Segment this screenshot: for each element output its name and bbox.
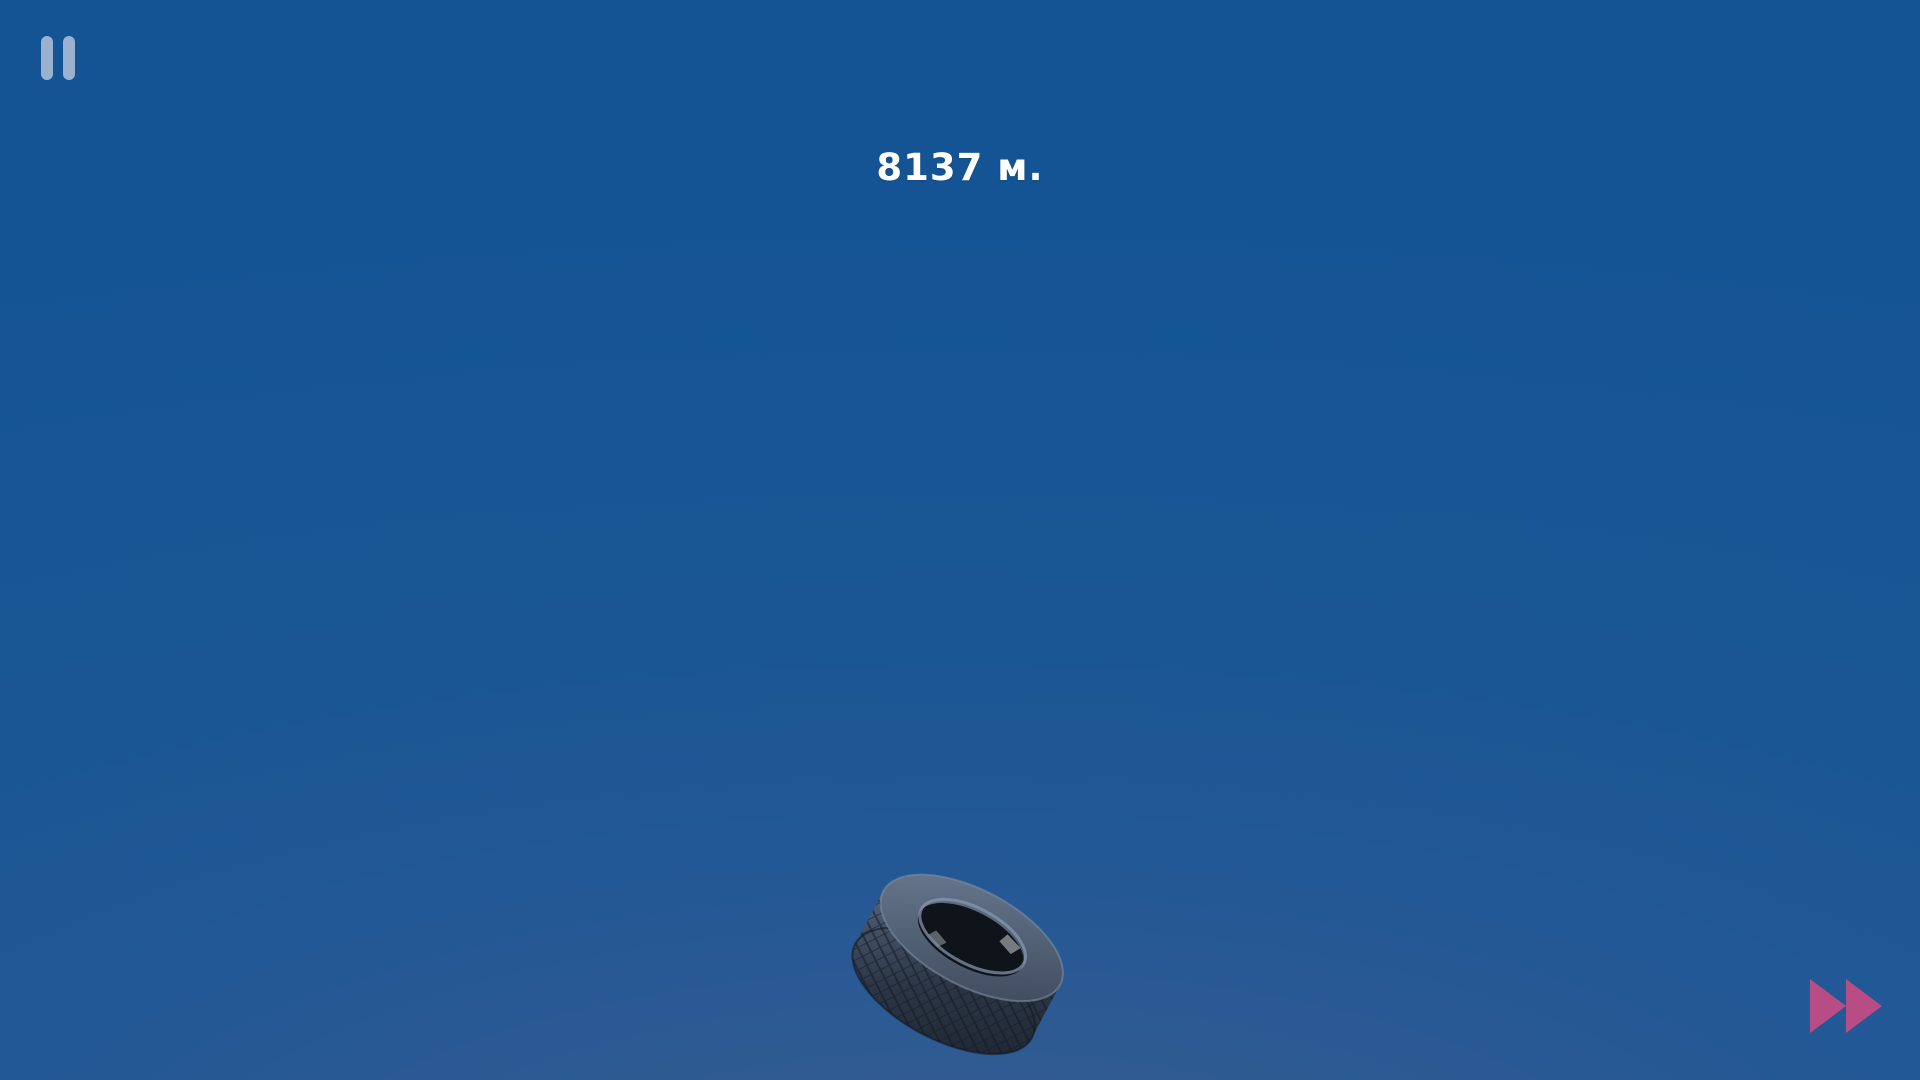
distance-counter: 8137 м.	[876, 146, 1044, 189]
tire-object	[851, 873, 1064, 1056]
fast-forward-button[interactable]	[1806, 975, 1886, 1037]
pause-icon-bar-left	[41, 36, 53, 80]
pause-button[interactable]	[38, 34, 78, 84]
pause-icon-bar-right	[63, 36, 75, 80]
fast-forward-icon	[1810, 979, 1882, 1033]
